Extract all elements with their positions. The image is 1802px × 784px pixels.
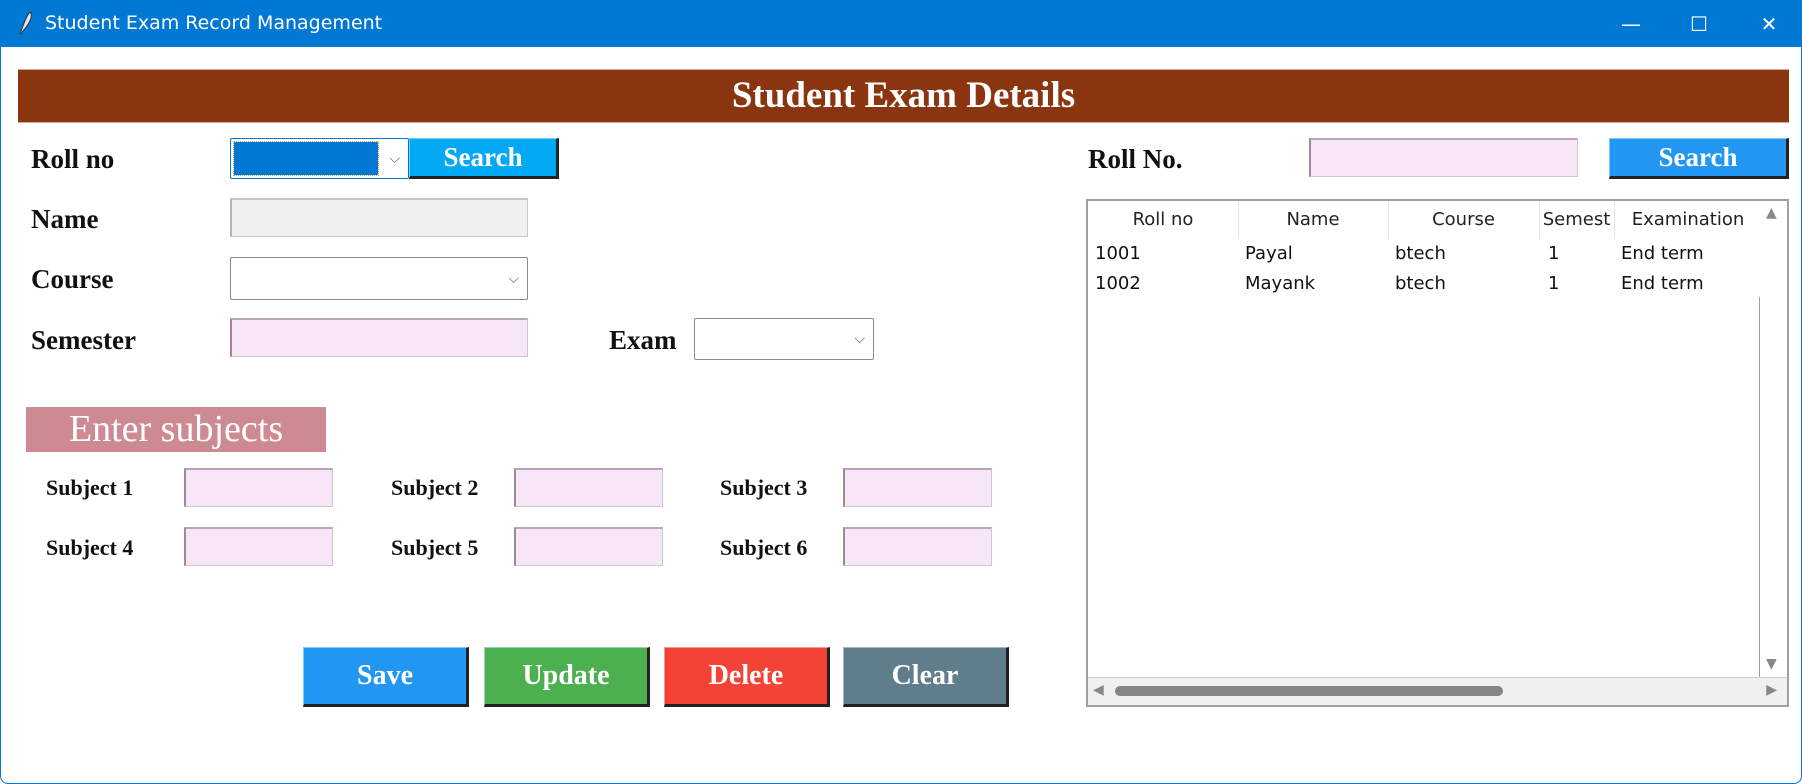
subject-2-label: Subject 2 [391, 475, 479, 500]
right-roll-no-field[interactable] [1309, 138, 1578, 177]
maximize-icon: ☐ [1690, 11, 1708, 36]
exam-combobox[interactable]: ⌵ [694, 318, 874, 360]
scroll-down-icon[interactable]: ▼ [1766, 656, 1777, 672]
column-header-semester[interactable]: Semest [1539, 201, 1615, 239]
cell-course: btech [1395, 243, 1446, 264]
cell-examination: End term [1621, 243, 1704, 264]
delete-button[interactable]: Delete [664, 647, 830, 707]
subject-2-field[interactable] [514, 468, 663, 507]
column-header-roll-no[interactable]: Roll no [1088, 201, 1239, 239]
roll-no-label: Roll no [31, 144, 115, 174]
page-title-banner: Student Exam Details [18, 69, 1789, 123]
subject-1-field[interactable] [184, 468, 333, 507]
horizontal-scroll-thumb[interactable] [1115, 686, 1503, 696]
semester-field[interactable] [230, 318, 528, 357]
scroll-left-icon[interactable]: ◀ [1093, 682, 1104, 698]
subject-6-field[interactable] [843, 527, 992, 566]
right-roll-no-label: Roll No. [1088, 144, 1183, 174]
scroll-up-icon[interactable]: ▲ [1766, 205, 1777, 221]
save-button[interactable]: Save [303, 647, 469, 707]
close-button[interactable]: ✕ [1734, 0, 1802, 47]
cell-semester: 1 [1548, 273, 1560, 294]
minimize-button[interactable]: — [1596, 0, 1666, 47]
column-header-examination[interactable]: Examination [1614, 201, 1762, 239]
records-table[interactable]: Roll no Name Course Semest Examination 1… [1086, 199, 1789, 707]
cell-name: Payal [1245, 243, 1293, 264]
maximize-button[interactable]: ☐ [1664, 0, 1734, 47]
roll-search-button[interactable]: Search [409, 138, 559, 179]
course-combobox[interactable]: ⌵ [230, 257, 528, 300]
close-icon: ✕ [1760, 11, 1778, 36]
subject-3-label: Subject 3 [720, 475, 808, 500]
chevron-down-icon: ⌵ [508, 270, 519, 287]
exam-label: Exam [609, 325, 677, 355]
subject-4-field[interactable] [184, 527, 333, 566]
roll-no-selection [233, 141, 379, 176]
cell-semester: 1 [1548, 243, 1560, 264]
cell-roll-no: 1001 [1095, 243, 1141, 264]
horizontal-scrollbar[interactable]: ◀ ▶ [1088, 677, 1787, 705]
update-button[interactable]: Update [484, 647, 650, 707]
subject-6-label: Subject 6 [720, 535, 808, 560]
vertical-scrollbar[interactable]: ▲ ▼ [1759, 201, 1787, 678]
subjects-heading: Enter subjects [26, 407, 326, 452]
minimize-icon: — [1621, 11, 1641, 36]
semester-label: Semester [31, 325, 136, 355]
chevron-down-icon: ⌵ [389, 150, 400, 167]
subject-1-label: Subject 1 [46, 475, 134, 500]
feather-icon [18, 10, 34, 36]
window-title: Student Exam Record Management [45, 12, 383, 34]
scrollbar-divider [1759, 297, 1760, 678]
cell-course: btech [1395, 273, 1446, 294]
right-search-button[interactable]: Search [1609, 138, 1789, 179]
subject-5-label: Subject 5 [391, 535, 479, 560]
name-label: Name [31, 204, 99, 234]
subject-3-field[interactable] [843, 468, 992, 507]
roll-no-combobox[interactable]: ⌵ [230, 138, 409, 179]
course-label: Course [31, 264, 114, 294]
clear-button[interactable]: Clear [843, 647, 1009, 707]
cell-name: Mayank [1245, 273, 1316, 294]
column-header-course[interactable]: Course [1388, 201, 1540, 239]
cell-examination: End term [1621, 273, 1704, 294]
subject-5-field[interactable] [514, 527, 663, 566]
title-bar: Student Exam Record Management — ☐ ✕ [0, 0, 1802, 47]
subject-4-label: Subject 4 [46, 535, 134, 560]
chevron-down-icon: ⌵ [854, 331, 865, 347]
name-field[interactable] [230, 198, 528, 237]
column-header-name[interactable]: Name [1238, 201, 1389, 239]
cell-roll-no: 1002 [1095, 273, 1141, 294]
scroll-right-icon[interactable]: ▶ [1766, 682, 1777, 698]
